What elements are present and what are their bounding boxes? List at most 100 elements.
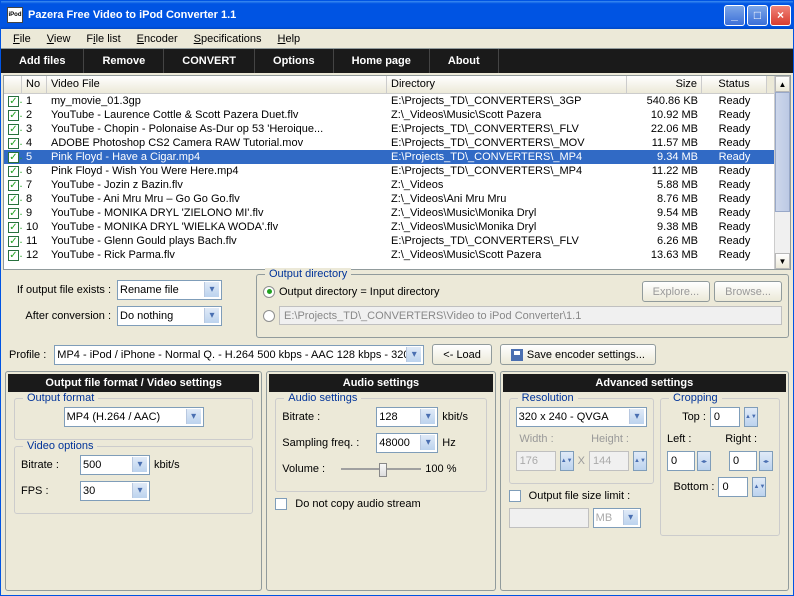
toolbar-add-files[interactable]: Add files bbox=[1, 49, 84, 73]
row-status: Ready bbox=[702, 179, 767, 191]
table-row[interactable]: ✓2YouTube - Laurence Cottle & Scott Paze… bbox=[4, 108, 774, 122]
advanced-panel: Advanced settings Resolution 320 x 240 -… bbox=[500, 371, 789, 591]
explore-button[interactable]: Explore... bbox=[642, 281, 710, 302]
no-audio-checkbox[interactable] bbox=[275, 498, 287, 510]
table-row[interactable]: ✓10YouTube - MONIKA DRYL 'WIELKA WODA'.f… bbox=[4, 220, 774, 234]
crop-left-input[interactable] bbox=[667, 451, 695, 471]
video-bitrate-unit: kbit/s bbox=[154, 459, 180, 471]
output-exists-select[interactable]: Rename file bbox=[117, 280, 222, 300]
crop-left-spinner[interactable]: ◂▸ bbox=[697, 451, 711, 471]
video-bitrate-select[interactable]: 500 bbox=[80, 455, 150, 475]
row-directory: E:\Projects_TD\_CONVERTERS\_MOV bbox=[387, 137, 627, 149]
profile-select[interactable]: MP4 - iPod / iPhone - Normal Q. - H.264 … bbox=[54, 345, 424, 365]
save-icon bbox=[511, 349, 523, 361]
menu-file-list[interactable]: File list bbox=[78, 31, 128, 47]
table-row[interactable]: ✓7YouTube - Jozin z Bazin.flvZ:\_Videos5… bbox=[4, 178, 774, 192]
menu-encoder[interactable]: Encoder bbox=[129, 31, 186, 47]
menu-view[interactable]: View bbox=[39, 31, 79, 47]
col-status[interactable]: Status bbox=[702, 76, 767, 93]
row-directory: E:\Projects_TD\_CONVERTERS\_FLV bbox=[387, 123, 627, 135]
resolution-select[interactable]: 320 x 240 - QVGA bbox=[516, 407, 647, 427]
col-file[interactable]: Video File bbox=[47, 76, 387, 93]
row-number: 5 bbox=[22, 151, 47, 163]
col-dir[interactable]: Directory bbox=[387, 76, 627, 93]
table-row[interactable]: ✓8YouTube - Ani Mru Mru – Go Go Go.flvZ:… bbox=[4, 192, 774, 206]
crop-top-input[interactable] bbox=[710, 407, 740, 427]
crop-right-input[interactable] bbox=[729, 451, 757, 471]
col-no[interactable]: No bbox=[22, 76, 47, 93]
menu-file[interactable]: File bbox=[5, 31, 39, 47]
row-checkbox[interactable]: ✓ bbox=[8, 138, 19, 149]
row-checkbox[interactable]: ✓ bbox=[8, 124, 19, 135]
table-row[interactable]: ✓4ADOBE Photoshop CS2 Camera RAW Tutoria… bbox=[4, 136, 774, 150]
video-bitrate-label: Bitrate : bbox=[21, 459, 76, 471]
row-checkbox[interactable]: ✓ bbox=[8, 208, 19, 219]
fps-select[interactable]: 30 bbox=[80, 481, 150, 501]
row-checkbox[interactable]: ✓ bbox=[8, 166, 19, 177]
row-number: 11 bbox=[22, 235, 47, 247]
maximize-button[interactable]: □ bbox=[747, 5, 768, 26]
no-audio-label: Do not copy audio stream bbox=[295, 498, 420, 510]
crop-right-label: Right : bbox=[725, 433, 757, 445]
col-size[interactable]: Size bbox=[627, 76, 702, 93]
row-checkbox[interactable]: ✓ bbox=[8, 110, 19, 121]
titlebar[interactable]: iPod Pazera Free Video to iPod Converter… bbox=[1, 1, 793, 29]
menu-help[interactable]: Help bbox=[270, 31, 309, 47]
output-format-select[interactable]: MP4 (H.264 / AAC) bbox=[64, 407, 204, 427]
height-input bbox=[589, 451, 629, 471]
crop-bottom-label: Bottom : bbox=[674, 481, 715, 493]
scroll-down-icon[interactable]: ▼ bbox=[775, 253, 790, 269]
audio-bitrate-select[interactable]: 128 bbox=[376, 407, 438, 427]
toolbar-convert[interactable]: CONVERT bbox=[164, 49, 255, 73]
x-label: X bbox=[578, 455, 585, 467]
scroll-up-icon[interactable]: ▲ bbox=[775, 76, 790, 92]
row-status: Ready bbox=[702, 193, 767, 205]
row-status: Ready bbox=[702, 165, 767, 177]
size-limit-checkbox[interactable] bbox=[509, 490, 521, 502]
after-conversion-select[interactable]: Do nothing bbox=[117, 306, 222, 326]
minimize-button[interactable]: _ bbox=[724, 5, 745, 26]
toolbar-options[interactable]: Options bbox=[255, 49, 334, 73]
save-encoder-button[interactable]: Save encoder settings... bbox=[500, 344, 656, 365]
menu-specifications[interactable]: Specifications bbox=[186, 31, 270, 47]
row-checkbox[interactable]: ✓ bbox=[8, 222, 19, 233]
crop-bottom-input[interactable] bbox=[718, 477, 748, 497]
scroll-thumb[interactable] bbox=[775, 92, 790, 212]
crop-top-spinner[interactable]: ▲▼ bbox=[744, 407, 758, 427]
output-eq-input-radio[interactable] bbox=[263, 286, 275, 298]
close-button[interactable]: × bbox=[770, 5, 791, 26]
output-path-input[interactable] bbox=[279, 306, 782, 325]
row-checkbox[interactable]: ✓ bbox=[8, 180, 19, 191]
row-filename: YouTube - Chopin - Polonaise As-Dur op 5… bbox=[47, 123, 387, 135]
width-label: Width : bbox=[516, 433, 554, 445]
height-label: Height : bbox=[585, 433, 629, 445]
row-checkbox[interactable]: ✓ bbox=[8, 236, 19, 247]
crop-bottom-spinner[interactable]: ▲▼ bbox=[752, 477, 766, 497]
volume-slider[interactable] bbox=[341, 459, 421, 479]
browse-button[interactable]: Browse... bbox=[714, 281, 782, 302]
table-row[interactable]: ✓6Pink Floyd - Wish You Were Here.mp4E:\… bbox=[4, 164, 774, 178]
row-checkbox[interactable]: ✓ bbox=[8, 250, 19, 261]
toolbar-remove[interactable]: Remove bbox=[84, 49, 164, 73]
output-custom-radio[interactable] bbox=[263, 310, 275, 322]
row-directory: Z:\_Videos\Ani Mru Mru bbox=[387, 193, 627, 205]
row-checkbox[interactable]: ✓ bbox=[8, 194, 19, 205]
row-directory: Z:\_Videos\Music\Scott Pazera bbox=[387, 109, 627, 121]
toolbar-about[interactable]: About bbox=[430, 49, 499, 73]
table-row[interactable]: ✓9YouTube - MONIKA DRYL 'ZIELONO MI'.flv… bbox=[4, 206, 774, 220]
table-row[interactable]: ✓5Pink Floyd - Have a Cigar.mp4E:\Projec… bbox=[4, 150, 774, 164]
row-filename: YouTube - MONIKA DRYL 'WIELKA WODA'.flv bbox=[47, 221, 387, 233]
audio-panel-title: Audio settings bbox=[269, 374, 492, 392]
row-checkbox[interactable]: ✓ bbox=[8, 96, 19, 107]
crop-top-label: Top : bbox=[682, 411, 706, 423]
vertical-scrollbar[interactable]: ▲ ▼ bbox=[774, 76, 790, 269]
row-checkbox[interactable]: ✓ bbox=[8, 152, 19, 163]
crop-right-spinner[interactable]: ◂▸ bbox=[759, 451, 773, 471]
toolbar-home-page[interactable]: Home page bbox=[334, 49, 430, 73]
table-row[interactable]: ✓3YouTube - Chopin - Polonaise As-Dur op… bbox=[4, 122, 774, 136]
table-row[interactable]: ✓12YouTube - Rick Parma.flvZ:\_Videos\Mu… bbox=[4, 248, 774, 262]
table-row[interactable]: ✓11YouTube - Glenn Gould plays Bach.flvE… bbox=[4, 234, 774, 248]
table-row[interactable]: ✓1my_movie_01.3gpE:\Projects_TD\_CONVERT… bbox=[4, 94, 774, 108]
load-profile-button[interactable]: <- Load bbox=[432, 344, 492, 365]
sampling-select[interactable]: 48000 bbox=[376, 433, 438, 453]
